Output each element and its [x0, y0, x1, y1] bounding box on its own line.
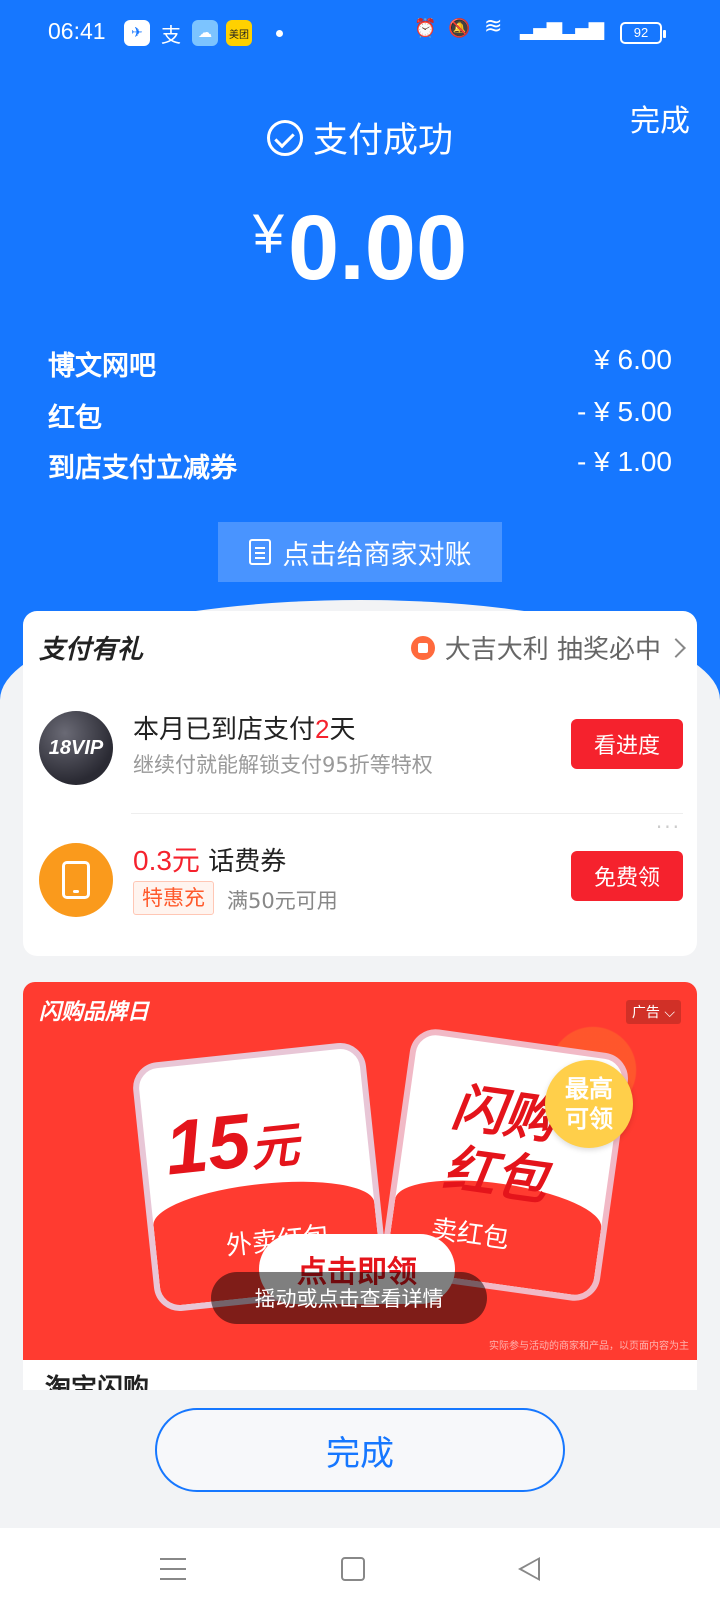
menu-icon[interactable] [160, 1558, 186, 1580]
max-claim-badge: 最高 可领 [545, 1060, 633, 1148]
ad-banner[interactable]: 闪购品牌日 广告 ⌵ 15元 外卖红包 闪购红包 卖红包 最高可领 点击即领 摇… [23, 982, 697, 1360]
vip-badge-icon: 18VIP [39, 711, 113, 785]
notification-dot-icon [276, 30, 283, 37]
ad-brand: 闪购品牌日 [39, 1000, 150, 1025]
reconcile-label: 点击给商家对账 [282, 539, 472, 571]
phone-icon [62, 861, 90, 899]
wifi-icon: ≋ [484, 14, 503, 39]
detail-row-redpacket: 红包 - ¥ 5.00 [48, 396, 672, 435]
amount-value: 0.00 [288, 197, 468, 299]
ad-left-amount: 15元 [161, 1092, 302, 1192]
detail-label: 红包 [48, 403, 102, 434]
lottery-label: 大吉大利 抽奖必中 [444, 635, 661, 665]
currency-symbol: ¥ [252, 202, 285, 265]
lottery-icon [410, 635, 435, 660]
divider [131, 813, 683, 814]
detail-value: - ¥ 5.00 [577, 396, 672, 427]
ad-disclaimer: 实际参与活动的商家和产品，以页面内容为主 [489, 1341, 689, 1352]
phone-coupon-amount: 0.3元 [133, 845, 200, 876]
amount-number: 15 [161, 1098, 255, 1192]
bird-app-icon: ✈ [124, 20, 150, 46]
rewards-title: 支付有礼 [39, 635, 144, 665]
vip-progress-title: 本月已到店支付2天 [133, 709, 356, 746]
signal-4g-icon: ▂▄▆ [520, 16, 562, 40]
back-icon[interactable] [518, 1557, 540, 1581]
detail-label: 博文网吧 [48, 351, 156, 382]
detail-value: ¥ 6.00 [594, 344, 672, 375]
lottery-link[interactable]: 大吉大利 抽奖必中 [410, 629, 686, 666]
next-section-peek: 淘宝闪购 [23, 1360, 697, 1390]
phone-coupon-condition: 满50元可用 [227, 889, 338, 913]
shake-tip: 摇动或点击查看详情 [211, 1272, 487, 1324]
more-options-icon[interactable]: ··· [656, 815, 681, 839]
ad-label[interactable]: 广告 ⌵ [625, 1000, 681, 1024]
paid-amount: ¥0.00 [0, 196, 720, 301]
payment-success-title: 支付成功 [0, 112, 720, 163]
alarm-icon: ⏰ [414, 18, 437, 39]
home-icon[interactable] [341, 1557, 365, 1581]
rewards-card: 支付有礼 大吉大利 抽奖必中 18VIP 本月已到店支付2天 继续付就能解锁支付… [23, 611, 697, 956]
detail-row-merchant: 博文网吧 ¥ 6.00 [48, 344, 672, 383]
reconcile-button[interactable]: 点击给商家对账 [218, 522, 502, 582]
phone-credit-icon [39, 843, 113, 917]
next-section-title: 淘宝闪购 [45, 1374, 150, 1390]
success-label: 支付成功 [312, 121, 453, 161]
phone-coupon-label: 话费券 [208, 847, 287, 877]
vip-subtitle: 继续付就能解锁支付95折等特权 [133, 753, 433, 777]
phone-coupon-title: 0.3元 话费券 [133, 839, 286, 879]
check-circle-icon [266, 120, 303, 156]
title-line-2: 红包 [439, 1138, 552, 1213]
view-progress-button[interactable]: 看进度 [571, 719, 683, 769]
meituan-icon: 美团 [226, 20, 252, 46]
vip-days: 2 [315, 714, 330, 744]
chevron-down-icon: ⌵ [664, 1005, 675, 1021]
ad-right-title: 闪购 红包 [440, 1076, 560, 1213]
badge-line-2: 可领 [565, 1105, 613, 1133]
chevron-right-icon [666, 637, 686, 658]
badge-line-1: 最高 [565, 1075, 613, 1103]
special-recharge-tag: 特惠充 [133, 881, 214, 915]
alipay-icon: 支 [161, 22, 181, 47]
ad-label-text: 广告 [631, 1005, 660, 1021]
signal-4g-icon-2: ▂▄▆ [562, 16, 604, 40]
status-bar: 06:41 ✈ 支 ☁ 美团 ⏰ 🔕 ≋ ▂▄▆ ▂▄▆ 92 [0, 0, 720, 66]
detail-label: 到店支付立减券 [48, 453, 237, 484]
status-time: 06:41 [48, 18, 106, 44]
done-button[interactable]: 完成 [155, 1408, 565, 1492]
detail-row-coupon: 到店支付立减券 - ¥ 1.00 [48, 446, 672, 485]
vip-title-prefix: 本月已到店支付 [133, 715, 316, 745]
document-icon [248, 539, 271, 565]
mute-icon: 🔕 [448, 18, 471, 39]
battery-icon: 92 [620, 22, 666, 44]
claim-free-button[interactable]: 免费领 [571, 851, 683, 901]
navigation-bar [0, 1528, 720, 1612]
vip-title-suffix: 天 [329, 715, 356, 745]
weather-icon: ☁ [192, 20, 218, 46]
amount-unit: 元 [247, 1118, 302, 1177]
detail-value: - ¥ 1.00 [577, 446, 672, 477]
